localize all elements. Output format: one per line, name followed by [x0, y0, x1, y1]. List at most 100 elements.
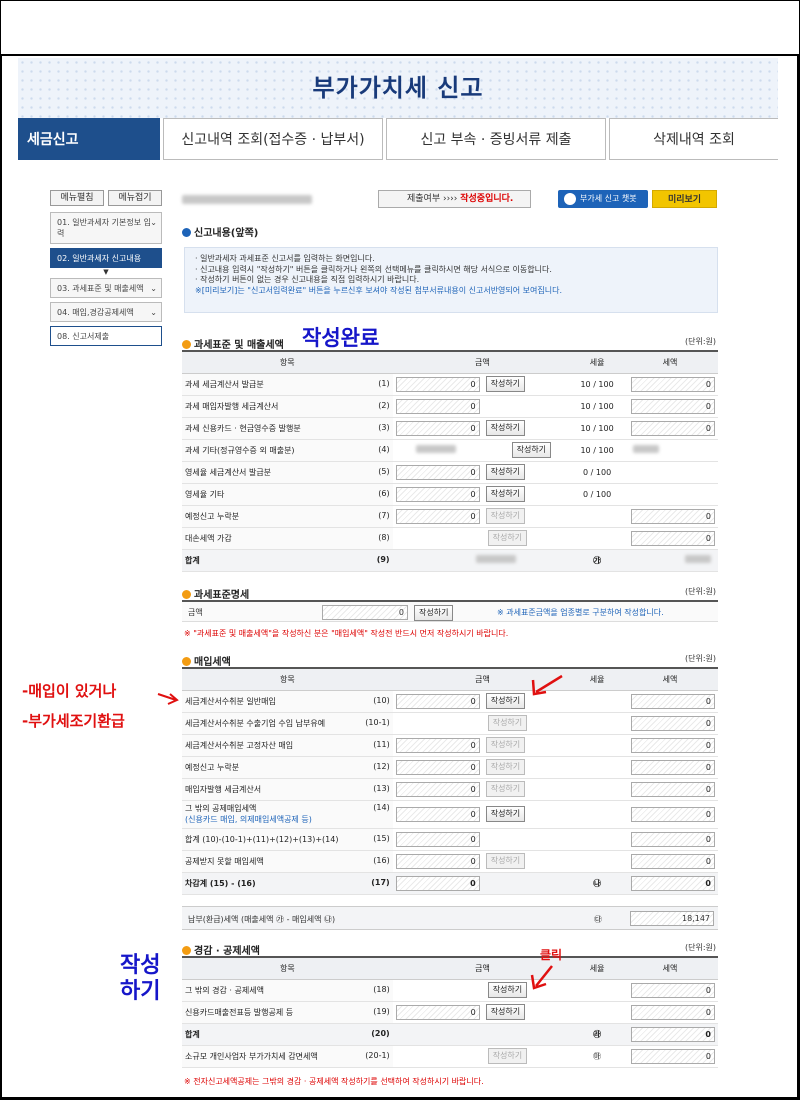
write-button[interactable]: 작성하기 — [485, 420, 526, 436]
amount-cell: 0 작성하기 — [392, 734, 573, 757]
side-item-submit[interactable]: 08. 신고서제출 — [50, 326, 162, 346]
write-button[interactable]: 작성하기 — [485, 486, 526, 502]
write-button[interactable]: 작성하기 — [485, 781, 526, 797]
write-button[interactable]: 작성하기 — [485, 376, 526, 392]
tax-input[interactable]: 0 — [631, 693, 715, 709]
table-row: (20-1) 소규모 개인사업자 부가가치세 감면세액 작성하기 ㉲ 0 — [182, 1045, 718, 1068]
tax-cell: 0 — [622, 979, 718, 1002]
rate-cell: ㉲ — [572, 1045, 622, 1068]
write-button[interactable]: 작성하기 — [485, 759, 526, 775]
write-button[interactable]: 작성하기 — [485, 464, 526, 480]
tax-input[interactable]: 0 — [631, 398, 715, 414]
write-button[interactable]: 작성하기 — [485, 1004, 526, 1020]
side-item-basic-info[interactable]: 01. 일반과세자 기본정보 입력 ⌄ — [50, 212, 162, 244]
amount-cell: 0 작성하기 — [392, 756, 573, 779]
tab-attachment-submit[interactable]: 신고 부속 · 증빙서류 제출 — [386, 118, 606, 160]
annotation-done: 작성완료 — [302, 326, 380, 350]
amount-cell: 작성하기 — [392, 527, 573, 550]
tax-cell — [622, 461, 718, 484]
amount-cell: 작성하기 — [392, 439, 573, 462]
amount-input[interactable]: 0 — [395, 781, 480, 797]
notice-heading-text: 신고내용(앞쪽) — [194, 228, 259, 239]
write-button[interactable]: 작성하기 — [485, 806, 526, 822]
tax-input[interactable]: 0 — [631, 508, 715, 524]
col-header: 금액 — [392, 667, 573, 691]
bullet-icon — [182, 946, 191, 955]
write-button[interactable]: 작성하기 — [487, 1048, 528, 1064]
amount-cell: 0 작성하기 — [392, 483, 573, 506]
amount-input[interactable]: 0 — [395, 508, 480, 524]
row-number: (11) — [373, 739, 390, 749]
write-button[interactable]: 작성하기 — [485, 508, 526, 524]
amount-input[interactable]: 0 — [395, 875, 480, 891]
write-button[interactable]: 작성하기 — [485, 853, 526, 869]
amount-input[interactable]: 0 — [395, 420, 480, 436]
tax-input[interactable]: 0 — [631, 806, 715, 822]
table-row: (15) 합계 (10)-(10-1)+(11)+(12)+(13)+(14) 0 0 — [182, 828, 718, 851]
tax-input[interactable]: 0 — [631, 376, 715, 392]
row-label-cell: (13) 매입자발행 세금계산서 — [182, 778, 393, 801]
tab-report-history[interactable]: 신고내역 조회(접수증 · 납부서) — [163, 118, 383, 160]
amount-input[interactable]: 0 — [395, 853, 480, 869]
chatbot-button[interactable]: 부가세 신고 챗봇 — [558, 190, 648, 208]
tax-input[interactable]: 0 — [631, 1004, 715, 1020]
row-label-cell: 과세 기타(정규영수증 외 매출분) (4) — [182, 439, 393, 462]
amount-input[interactable]: 0 — [395, 831, 480, 847]
col-header: 항목 — [182, 956, 393, 980]
side-item-sales-tax[interactable]: 03. 과세표준 및 매출세액 ⌄ — [50, 278, 162, 298]
preview-button[interactable]: 미리보기 — [652, 190, 717, 208]
amount-input[interactable]: 0 — [395, 1004, 480, 1020]
amount-input[interactable]: 0 — [395, 759, 480, 775]
rate-cell: 10 / 100 — [572, 373, 622, 396]
tax-input[interactable]: 0 — [631, 737, 715, 753]
tab-deleted-history[interactable]: 삭제내역 조회 — [609, 118, 778, 160]
write-button[interactable]: 작성하기 — [511, 442, 552, 458]
tax-input[interactable]: 0 — [631, 715, 715, 731]
taxbase-note: ※ 과세표준금액을 업종별로 구분하여 작성합니다. — [497, 608, 664, 617]
taxbase-write-button[interactable]: 작성하기 — [414, 605, 454, 621]
row-number: (6) — [378, 488, 390, 498]
tax-input[interactable]: 0 — [631, 1026, 715, 1042]
row-label: 그 밖의 공제매입세액 — [185, 804, 257, 813]
write-button[interactable]: 작성하기 — [485, 693, 526, 709]
tax-input[interactable]: 0 — [631, 530, 715, 546]
tab-tax-report[interactable]: 세금신고 — [18, 118, 160, 160]
tax-input[interactable]: 0 — [631, 420, 715, 436]
row-number: (10-1) — [365, 717, 390, 727]
tax-input[interactable]: 0 — [631, 875, 715, 891]
tax-cell — [622, 549, 718, 572]
tax-input[interactable]: 0 — [631, 781, 715, 797]
amount-cell: 0 작성하기 — [392, 800, 573, 829]
amount-input[interactable]: 0 — [395, 376, 480, 392]
tax-input[interactable]: 0 — [631, 831, 715, 847]
amount-input[interactable]: 0 — [395, 464, 480, 480]
menu-expand-button[interactable]: 메뉴펼침 — [50, 190, 104, 206]
taxbase-warning: ※ "과세표준 및 매출세액"을 작성하신 분은 "매입세액" 작성전 반드시 … — [184, 629, 509, 638]
tax-input[interactable]: 0 — [631, 853, 715, 869]
row-number: (4) — [378, 444, 390, 454]
tax-input[interactable]: 0 — [631, 759, 715, 775]
side-item-purchase-reduction[interactable]: 04. 매입,경감공제세액 ⌄ — [50, 302, 162, 322]
row-label: 과세 신용카드 · 현금영수증 발행분 — [185, 423, 301, 433]
amount-input[interactable]: 0 — [395, 737, 480, 753]
menu-collapse-button[interactable]: 메뉴접기 — [108, 190, 162, 206]
rate-cell: ㉯ — [572, 872, 622, 895]
submission-status: 제출여부 ›››› 작성중입니다. — [378, 190, 531, 208]
taxbase-amount-input[interactable]: 0 — [322, 605, 408, 620]
reduction-table: 항목 금액 세율 세액 (18) 그 밖의 경감 · 공제세액 작성하기 0 (19) 신용카드… — [182, 956, 718, 1068]
write-button[interactable]: 작성하기 — [487, 715, 528, 731]
write-button[interactable]: 작성하기 — [487, 982, 528, 998]
tax-input[interactable]: 0 — [631, 1048, 715, 1064]
table-row: 대손세액 가감 (8) 작성하기 0 — [182, 527, 718, 550]
write-button[interactable]: 작성하기 — [485, 737, 526, 753]
amount-input[interactable]: 0 — [395, 398, 480, 414]
amount-input[interactable]: 0 — [395, 806, 480, 822]
amount-input[interactable]: 0 — [395, 693, 480, 709]
table-row: (18) 그 밖의 경감 · 공제세액 작성하기 0 — [182, 979, 718, 1002]
side-item-report-content[interactable]: 02. 일반과세자 신고내용 — [50, 248, 162, 268]
amount-input[interactable]: 0 — [395, 486, 480, 502]
table-row: 예정신고 누락분 (7) 0 작성하기 0 — [182, 505, 718, 528]
write-button[interactable]: 작성하기 — [487, 530, 528, 546]
amount-cell: 작성하기 — [392, 712, 573, 735]
tax-input[interactable]: 0 — [631, 982, 715, 998]
